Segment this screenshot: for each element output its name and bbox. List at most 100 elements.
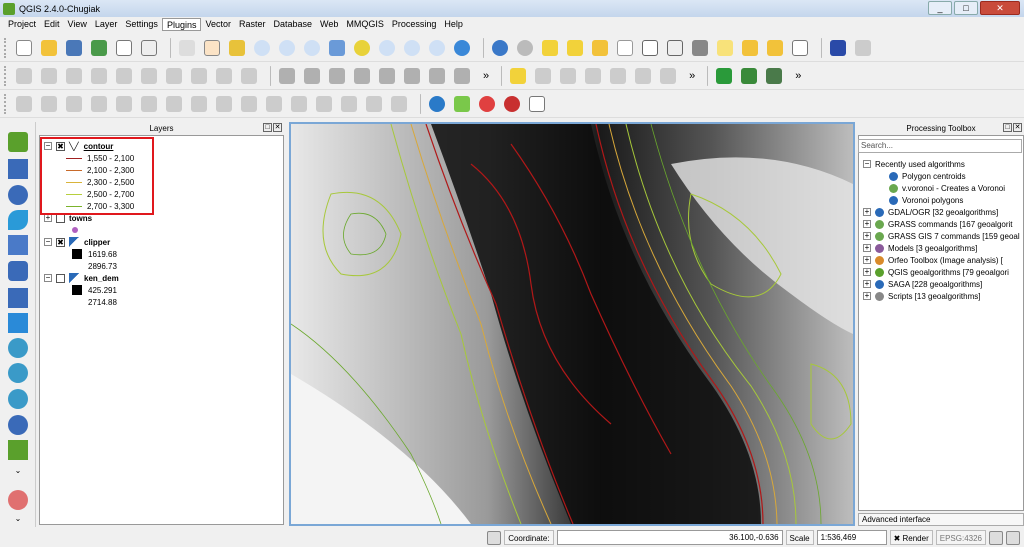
- split-parts-icon[interactable]: [289, 94, 309, 114]
- provider-group[interactable]: + Models [3 geoalgorithms]: [863, 242, 977, 254]
- crs-icon[interactable]: [989, 530, 1003, 545]
- add-postgis-layer-icon[interactable]: [8, 185, 28, 205]
- toolbar-overflow-button[interactable]: »: [795, 70, 801, 82]
- paste-features-icon[interactable]: [239, 66, 259, 86]
- toolbar-overflow-button[interactable]: »: [689, 70, 695, 82]
- minimize-button[interactable]: _: [928, 1, 952, 15]
- expand-toggle[interactable]: +: [863, 292, 871, 300]
- add-spatialite-layer-icon[interactable]: [8, 210, 28, 230]
- georeferencer-icon[interactable]: [764, 66, 784, 86]
- openlayers-icon[interactable]: [502, 94, 522, 114]
- layer-labeling-icon[interactable]: [533, 66, 553, 86]
- layer-visibility-checkbox[interactable]: [56, 273, 65, 283]
- close-panel-button[interactable]: ✕: [273, 123, 282, 132]
- fill-ring-icon[interactable]: [139, 94, 159, 114]
- select-by-expression-icon[interactable]: [565, 38, 585, 58]
- collapse-toggle[interactable]: −: [863, 160, 871, 168]
- menu-raster[interactable]: Raster: [235, 18, 270, 31]
- render-toggle[interactable]: ✖ Render: [889, 530, 933, 545]
- offset-curve-icon[interactable]: [239, 94, 259, 114]
- render-checkbox[interactable]: ✖: [894, 534, 901, 543]
- delete-ring-icon[interactable]: [164, 94, 184, 114]
- maximize-button[interactable]: □: [954, 1, 978, 15]
- menu-project[interactable]: Project: [4, 18, 40, 31]
- menu-view[interactable]: View: [64, 18, 91, 31]
- expand-toolbar-icon[interactable]: ⌄: [8, 514, 28, 524]
- rotate-label-icon[interactable]: [633, 66, 653, 86]
- add-wms-layer-icon[interactable]: [8, 338, 28, 358]
- add-feature-icon[interactable]: [89, 66, 109, 86]
- toggle-editing-icon[interactable]: [39, 66, 59, 86]
- menu-settings[interactable]: Settings: [121, 18, 162, 31]
- algorithm-item[interactable]: v.voronoi - Creates a Voronoi: [889, 182, 1005, 194]
- open-attribute-table-icon[interactable]: [640, 38, 660, 58]
- add-wcs-layer-icon[interactable]: [427, 66, 447, 86]
- zoom-to-layer-icon[interactable]: [377, 38, 397, 58]
- add-raster-layer-icon[interactable]: [302, 66, 322, 86]
- deselect-features-icon[interactable]: [590, 38, 610, 58]
- identify-features-icon[interactable]: [490, 38, 510, 58]
- zoom-to-selection-icon[interactable]: [352, 38, 372, 58]
- coordinate-field[interactable]: 36.100,-0.636: [556, 530, 783, 545]
- merge-attributes-icon[interactable]: [339, 94, 359, 114]
- gps-tool-icon[interactable]: [427, 94, 447, 114]
- expand-toggle[interactable]: +: [863, 232, 871, 240]
- expand-toggle[interactable]: +: [863, 256, 871, 264]
- layer-row-ken-dem[interactable]: − ken_dem: [44, 272, 119, 284]
- map-tips-icon[interactable]: [715, 38, 735, 58]
- add-wms-layer-icon[interactable]: [402, 66, 422, 86]
- pan-map-icon[interactable]: [202, 38, 222, 58]
- pan-to-selection-icon[interactable]: [227, 38, 247, 58]
- advanced-interface-select[interactable]: Advanced interface: [858, 513, 1024, 526]
- zoom-out-icon[interactable]: [277, 38, 297, 58]
- measure-line-icon[interactable]: [690, 38, 710, 58]
- messages-icon[interactable]: [1006, 530, 1020, 545]
- add-delimited-text-icon[interactable]: [8, 313, 28, 333]
- menu-layer[interactable]: Layer: [91, 18, 122, 31]
- add-ring-icon[interactable]: [89, 94, 109, 114]
- delete-part-icon[interactable]: [189, 94, 209, 114]
- pin-labels-icon[interactable]: [558, 66, 578, 86]
- add-mssql-layer-icon[interactable]: [8, 235, 28, 255]
- add-oracle-layer-icon[interactable]: [8, 261, 28, 281]
- add-wfs-layer-icon[interactable]: [452, 66, 472, 86]
- recent-algorithms-group[interactable]: − Recently used algorithms: [863, 158, 965, 170]
- add-vector-layer-icon[interactable]: [8, 132, 28, 152]
- toolbar-overflow-button[interactable]: »: [483, 70, 489, 82]
- float-panel-button[interactable]: □: [1003, 123, 1012, 132]
- rotate-feature-icon[interactable]: [389, 94, 409, 114]
- add-wcs-layer-icon[interactable]: [8, 363, 28, 383]
- add-postgis-layer-icon[interactable]: [327, 66, 347, 86]
- zoom-in-icon[interactable]: [252, 38, 272, 58]
- collapse-toggle[interactable]: −: [44, 274, 52, 282]
- open-project-icon[interactable]: [39, 38, 59, 58]
- raster-terrain-icon[interactable]: [452, 94, 472, 114]
- cut-features-icon[interactable]: [189, 66, 209, 86]
- add-spatialite-layer-icon[interactable]: [352, 66, 372, 86]
- toggle-extents-icon[interactable]: [487, 530, 502, 545]
- touch-zoom-icon[interactable]: [177, 38, 197, 58]
- select-features-icon[interactable]: [540, 38, 560, 58]
- gps-tracker-icon[interactable]: [8, 490, 28, 510]
- expand-toolbar-icon[interactable]: ⌄: [8, 466, 28, 476]
- toolbar-grip[interactable]: [4, 37, 10, 58]
- layer-row-clipper[interactable]: − ✖ clipper: [44, 236, 110, 248]
- composer-manager-icon[interactable]: [139, 38, 159, 58]
- provider-group[interactable]: + SAGA [228 geoalgorithms]: [863, 278, 982, 290]
- expand-toggle[interactable]: +: [863, 268, 871, 276]
- layer-name[interactable]: clipper: [84, 238, 110, 247]
- zoom-actual-size-icon[interactable]: [302, 38, 322, 58]
- move-label-icon[interactable]: [608, 66, 628, 86]
- new-spatialite-layer-icon[interactable]: [8, 440, 28, 460]
- move-feature-icon[interactable]: [114, 66, 134, 86]
- reshape-features-icon[interactable]: [214, 94, 234, 114]
- run-feature-action-icon[interactable]: [515, 38, 535, 58]
- text-annotation-icon[interactable]: [790, 38, 810, 58]
- show-bookmarks-icon[interactable]: [765, 38, 785, 58]
- toolbox-search-input[interactable]: Search...: [858, 139, 1022, 153]
- menu-edit[interactable]: Edit: [40, 18, 64, 31]
- expand-toggle[interactable]: +: [863, 280, 871, 288]
- show-hide-labels-icon[interactable]: [583, 66, 603, 86]
- provider-group[interactable]: + Scripts [13 geoalgorithms]: [863, 290, 981, 302]
- add-raster-layer-icon[interactable]: [8, 159, 28, 179]
